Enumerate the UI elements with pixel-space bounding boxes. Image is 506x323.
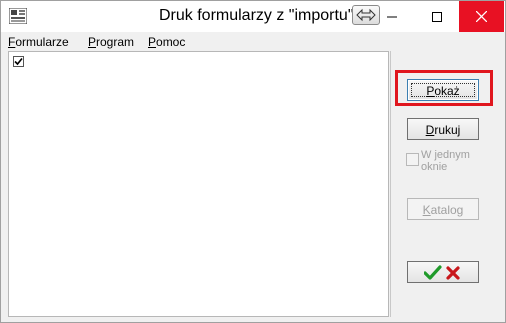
menu-pomoc[interactable]: Pomoc xyxy=(148,35,185,49)
catalog-button-label: Katalog xyxy=(422,203,464,217)
menu-bar: Formularze Program Pomoc xyxy=(1,32,505,52)
menu-formularze[interactable]: Formularze xyxy=(8,35,69,49)
red-x-icon xyxy=(446,266,460,280)
ok-cancel-button[interactable] xyxy=(407,261,479,283)
close-button[interactable] xyxy=(459,1,504,32)
app-icon[interactable] xyxy=(8,7,28,25)
one-window-checkbox[interactable] xyxy=(406,153,419,166)
maximize-button[interactable] xyxy=(414,1,459,32)
minimize-button[interactable] xyxy=(369,1,414,32)
print-button[interactable]: Drukuj xyxy=(407,118,479,140)
title-bar[interactable]: Druk formularzy z "importu" xyxy=(1,1,505,32)
dialog-window: Druk formularzy z "importu" Formularze P… xyxy=(0,0,506,323)
maximize-icon xyxy=(431,11,442,22)
window-title: Druk formularzy z "importu" xyxy=(159,7,354,24)
green-check-icon xyxy=(424,265,442,280)
show-button[interactable]: Pokaż xyxy=(407,79,479,101)
one-window-label: W jednym oknie xyxy=(421,149,470,173)
minimize-icon xyxy=(386,16,397,17)
list-item-checkbox[interactable] xyxy=(13,56,24,67)
close-icon xyxy=(476,11,487,22)
print-button-label: Drukuj xyxy=(425,123,461,137)
menu-program[interactable]: Program xyxy=(88,35,134,49)
catalog-button[interactable]: Katalog xyxy=(407,198,479,220)
checkmark-icon xyxy=(14,57,23,66)
form-list[interactable] xyxy=(8,51,389,317)
show-button-label: Pokaż xyxy=(426,84,460,98)
